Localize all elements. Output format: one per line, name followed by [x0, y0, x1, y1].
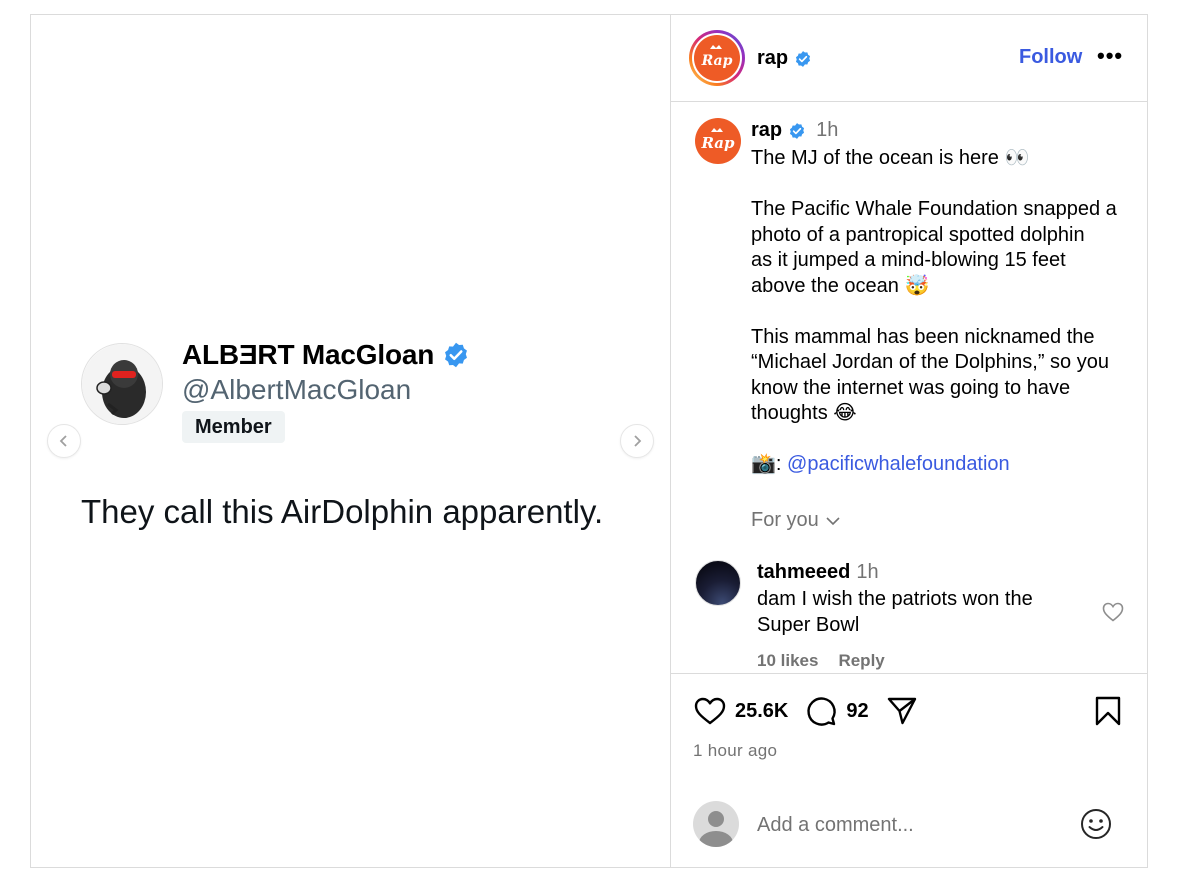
chevron-down-icon — [826, 516, 840, 525]
caption-line: This mammal has been nicknamed the — [751, 325, 1095, 348]
share-paper-plane-icon[interactable] — [885, 694, 919, 728]
svg-text:Rap: Rap — [700, 134, 735, 152]
tweet-author-name: ALBƎRT MacGloan — [182, 339, 470, 371]
caption-line: know the internet was going to have — [751, 376, 1071, 399]
caption-author-avatar[interactable]: Rap — [695, 118, 741, 164]
caption-username[interactable]: rap — [751, 119, 782, 142]
post-media[interactable]: ALBƎRT MacGloan @AlbertMacGloan Member T… — [31, 15, 670, 867]
rap-logo-icon: Rap — [695, 118, 741, 164]
caption-line: as it jumped a mind-blowing 15 feet — [751, 249, 1066, 271]
caption-line — [751, 172, 1131, 198]
post-modal: ALBƎRT MacGloan @AlbertMacGloan Member T… — [30, 14, 1148, 868]
tweet-author-name-text: ALBƎRT MacGloan — [182, 339, 435, 370]
comment-text: dam I wish the patriots won the Super Bo… — [757, 588, 1033, 636]
action-row: 25.6K 92 — [693, 694, 919, 728]
caption-timestamp[interactable]: 1h — [816, 119, 838, 142]
add-comment-input[interactable] — [757, 811, 1057, 839]
caption-text: The MJ of the ocean is here 👀 The Pacifi… — [751, 146, 1131, 478]
current-user-avatar — [693, 801, 739, 847]
comment-like-heart-icon[interactable] — [1101, 600, 1125, 624]
comment-meta: 10 likes Reply — [757, 651, 885, 671]
more-options-button[interactable]: ••• — [1097, 43, 1123, 69]
post-actions-bar: 25.6K 92 1 hour ago — [671, 673, 1147, 803]
camera-credit-prefix: 📸: — [751, 453, 788, 475]
caption-line: photo of a pantropical spotted dolphin — [751, 223, 1085, 246]
verified-badge-icon — [790, 122, 805, 139]
svg-text:Rap: Rap — [701, 53, 733, 69]
caption-line — [751, 427, 1131, 453]
emoji-smiley-icon[interactable] — [1079, 807, 1113, 841]
chevron-right-icon — [634, 435, 642, 447]
caption-line: above the ocean 🤯 — [751, 274, 930, 297]
author-username[interactable]: rap — [757, 47, 788, 70]
add-comment-bar — [671, 799, 1147, 867]
caption-header: rap 1h — [751, 119, 838, 142]
tweet-author-handle: @AlbertMacGloan — [182, 374, 412, 405]
next-media-button[interactable] — [620, 424, 654, 458]
verified-badge-icon — [796, 50, 811, 67]
rap-logo-icon: Rap — [694, 35, 740, 81]
author-avatar-story-ring[interactable]: Rap — [689, 30, 745, 86]
comment-timestamp[interactable]: 1h — [856, 561, 878, 584]
comments-count[interactable]: 92 — [846, 700, 868, 723]
author-name[interactable]: rap — [757, 47, 812, 70]
caption-line: thoughts 😂 — [751, 402, 857, 424]
comment-reply-button[interactable]: Reply — [838, 651, 884, 671]
credit-mention-link[interactable]: @pacificwhalefoundation — [787, 453, 1010, 475]
caption-line: “Michael Jordan of the Dolphins,” so you — [751, 351, 1109, 373]
for-you-label: For you — [751, 509, 819, 531]
follow-button[interactable]: Follow — [1019, 46, 1082, 69]
tweet-member-badge: Member — [182, 411, 285, 443]
post-header: Rap rap Follow ••• — [671, 15, 1147, 102]
like-heart-icon[interactable] — [693, 694, 727, 728]
caption-credit: 📸: @pacificwhalefoundation — [751, 452, 1131, 478]
likes-count[interactable]: 25.6K — [735, 700, 788, 723]
tweet-text: They call this AirDolphin apparently. — [81, 493, 604, 530]
tweet-avatar — [81, 343, 163, 425]
comment-bubble-icon[interactable] — [804, 694, 838, 728]
caption-line — [751, 299, 1131, 325]
commenter-avatar[interactable] — [695, 560, 741, 606]
commenter-username[interactable]: tahmeeed — [757, 561, 850, 584]
comment-header: tahmeeed 1h — [757, 561, 879, 584]
previous-media-button[interactable] — [47, 424, 81, 458]
for-you-dropdown[interactable]: For you — [751, 509, 841, 532]
comment-likes-count[interactable]: 10 likes — [757, 651, 818, 671]
caption-line: The MJ of the ocean is here 👀 — [751, 147, 1030, 169]
verified-badge-icon — [445, 342, 468, 368]
caption-line: The Pacific Whale Foundation snapped a — [751, 198, 1117, 220]
save-bookmark-icon[interactable] — [1091, 694, 1125, 728]
post-time-ago[interactable]: 1 hour ago — [693, 741, 777, 761]
post-details-panel: Rap rap Follow ••• Rap rap 1h The MJ of … — [670, 15, 1147, 867]
chevron-left-icon — [59, 435, 67, 447]
